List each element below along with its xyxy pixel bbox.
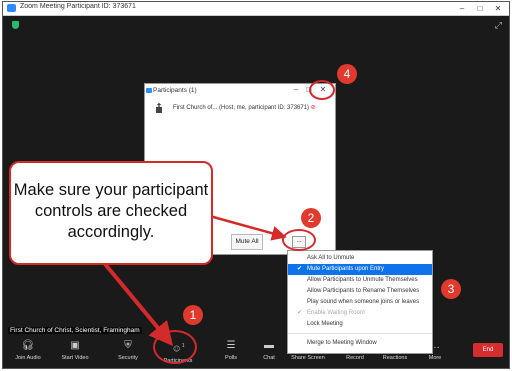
encryption-shield-icon [12, 21, 19, 29]
meeting-toolbar: 🎧︎ Join Audio ▣ Start Video ⛨ Security ☺… [3, 337, 509, 368]
menu-item-label: Ask All to Unmute [307, 255, 355, 261]
headphones-icon: 🎧︎ [21, 340, 35, 351]
security-label: Security [118, 355, 138, 361]
zoom-logo-icon [146, 88, 152, 93]
menu-divider [288, 333, 432, 334]
video-off-icon: ▣ [70, 340, 80, 351]
menu-item-label: Allow Participants to Unmute Themselves [307, 277, 418, 283]
menu-item-label: Enable Waiting Room [307, 310, 365, 316]
step-badge-1: 1 [183, 305, 203, 325]
participant-row[interactable]: First Church of... (Host, me, participan… [173, 104, 316, 111]
participants-panel-title: Participants (1) [153, 87, 197, 94]
more-label: More [428, 355, 442, 361]
start-video-button[interactable]: ▣ Start Video [55, 340, 95, 361]
security-button[interactable]: ⛨ Security [108, 340, 148, 361]
end-meeting-button[interactable]: End [473, 343, 503, 357]
menu-item-label: Allow Participants to Rename Themselves [307, 288, 420, 294]
mute-all-button[interactable]: Mute All [231, 234, 263, 250]
step-badge-2: 2 [301, 208, 321, 228]
menu-item-label: Merge to Meeting Window [307, 340, 377, 346]
minimize-button[interactable]: – [455, 2, 469, 15]
chat-icon: ▬ [264, 340, 274, 351]
menu-item-allow-unmute[interactable]: Allow Participants to Unmute Themselves [288, 275, 432, 286]
share-screen-label: Share Screen [291, 355, 325, 361]
menu-item-mute-upon-entry[interactable]: ✔ Mute Participants upon Entry [288, 264, 432, 275]
maximize-button[interactable]: □ [473, 2, 487, 15]
zoom-logo-icon [7, 4, 16, 12]
menu-item-play-sound[interactable]: Play sound when someone joins or leaves [288, 297, 432, 308]
instruction-callout: Make sure your participant controls are … [9, 161, 213, 265]
polls-label: Polls [225, 355, 237, 361]
join-audio-label: Join Audio [15, 355, 41, 361]
window-titlebar: Zoom Meeting Participant ID: 373671 – □ … [3, 2, 509, 16]
polls-icon: ☰ [226, 340, 236, 351]
window-title: Zoom Meeting Participant ID: 373671 [20, 3, 136, 10]
join-audio-button[interactable]: 🎧︎ Join Audio [8, 340, 48, 361]
step-badge-3: 3 [441, 279, 461, 299]
menu-item-allow-rename[interactable]: Allow Participants to Rename Themselves [288, 286, 432, 297]
participant-options-menu: Ask All to Unmute ✔ Mute Participants upo… [287, 250, 433, 354]
close-panel-highlight [309, 80, 335, 100]
record-label: Record [346, 355, 364, 361]
panel-minimize-button[interactable]: – [290, 85, 302, 94]
shield-icon: ⛨ [124, 340, 132, 351]
menu-item-ask-all-unmute[interactable]: Ask All to Unmute [288, 253, 432, 264]
chat-label: Chat [263, 355, 275, 361]
church-avatar-icon [156, 103, 162, 113]
participant-name: First Church of... (Host, me, participan… [173, 105, 310, 111]
participant-name-label: First Church of Christ, Scientist, Frami… [8, 327, 142, 334]
mic-muted-icon[interactable]: ⊘ [311, 105, 316, 111]
fullscreen-icon[interactable]: ⤢ [495, 20, 502, 31]
chat-button[interactable]: ▬ Chat [249, 340, 289, 361]
more-button-highlight [282, 229, 316, 251]
menu-item-enable-waiting-room[interactable]: ✔ Enable Waiting Room [288, 308, 432, 319]
checkmark-icon: ✔ [297, 266, 303, 272]
menu-item-merge-window[interactable]: Merge to Meeting Window [288, 338, 432, 349]
callout-text: Make sure your participant controls are … [13, 181, 209, 241]
menu-item-label: Lock Meeting [307, 321, 343, 327]
reactions-label: Reactions [382, 355, 408, 361]
step-badge-4: 4 [337, 64, 357, 84]
menu-item-lock-meeting[interactable]: Lock Meeting [288, 319, 432, 330]
start-video-label: Start Video [61, 355, 89, 361]
participants-button-highlight [153, 330, 197, 364]
polls-button[interactable]: ☰ Polls [211, 340, 251, 361]
menu-item-label: Mute Participants upon Entry [307, 266, 385, 272]
menu-item-label: Play sound when someone joins or leaves [307, 299, 420, 305]
close-window-button[interactable]: ✕ [491, 2, 505, 15]
checkmark-icon: ✔ [297, 310, 303, 316]
